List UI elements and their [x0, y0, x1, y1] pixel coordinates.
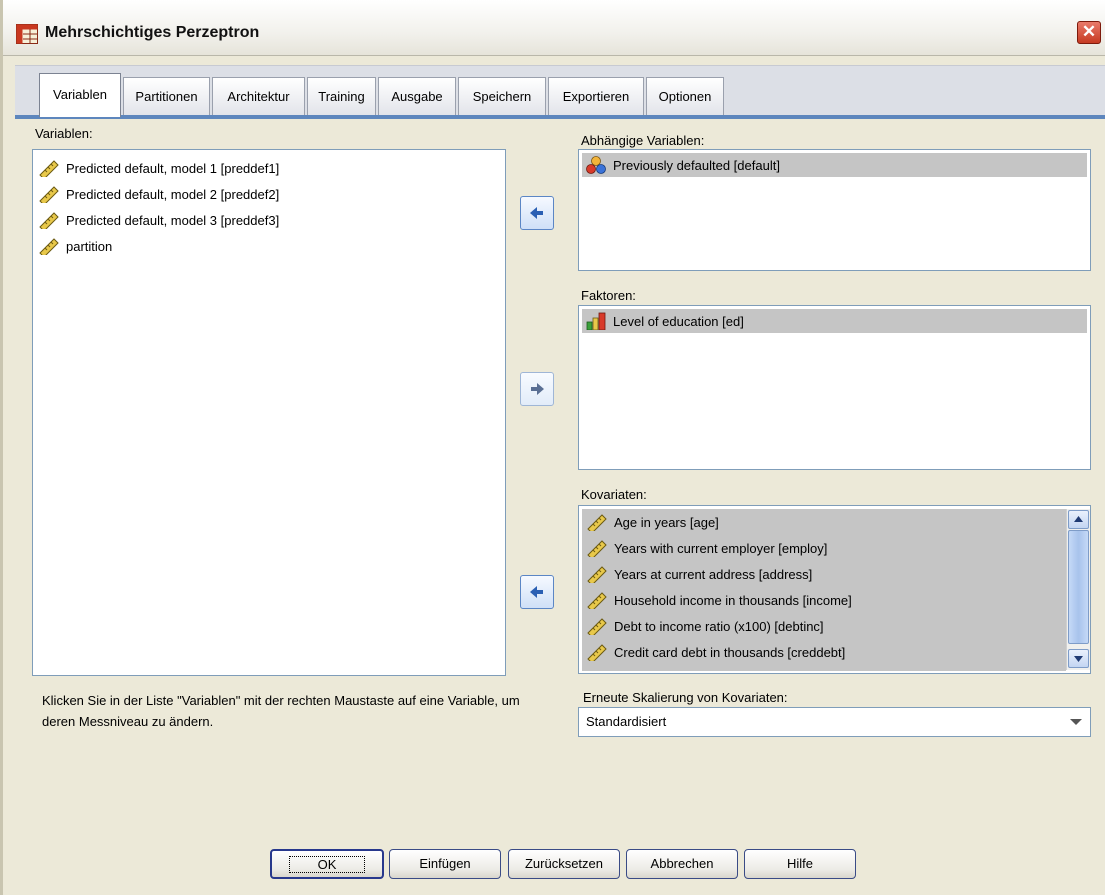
- cancel-button[interactable]: Abbrechen: [626, 849, 738, 879]
- chevron-up-icon: [1074, 516, 1083, 522]
- ruler-scale-icon: [586, 539, 608, 557]
- tab-optionen[interactable]: Optionen: [646, 77, 724, 115]
- ruler-scale-icon: [586, 643, 608, 661]
- factors-label: Faktoren:: [581, 288, 636, 303]
- arrow-right-icon: [531, 383, 544, 395]
- title-bar[interactable]: Mehrschichtiges Perzeptron ✕: [3, 0, 1105, 56]
- measurement-hint: Klicken Sie in der Liste "Variablen" mit…: [42, 693, 520, 729]
- list-item-label: Predicted default, model 2 [preddef2]: [66, 186, 280, 202]
- ruler-scale-icon: [38, 211, 60, 229]
- help-button[interactable]: Hilfe: [744, 849, 856, 879]
- dependent-label: Abhängige Variablen:: [581, 133, 705, 148]
- list-item-label: Age in years [age]: [614, 514, 719, 530]
- close-icon: ✕: [1081, 22, 1097, 41]
- list-item[interactable]: Previously defaulted [default]: [582, 153, 1087, 177]
- ok-label: OK: [288, 856, 366, 873]
- move-to-factors-button[interactable]: [520, 372, 554, 406]
- reset-label: Zurücksetzen: [524, 856, 604, 871]
- tab-speichern[interactable]: Speichern: [458, 77, 546, 115]
- tab-label: Optionen: [658, 89, 712, 104]
- list-item[interactable]: Predicted default, model 2 [preddef2]: [38, 182, 279, 206]
- list-item[interactable]: partition: [38, 234, 112, 258]
- reset-button[interactable]: Zurücksetzen: [508, 849, 620, 879]
- scroll-thumb[interactable]: [1068, 530, 1089, 644]
- tab-training[interactable]: Training: [307, 77, 376, 115]
- tab-label: Variablen: [53, 87, 107, 102]
- window-title: Mehrschichtiges Perzeptron: [45, 24, 260, 41]
- variables-list[interactable]: Predicted default, model 1 [preddef1] Pr…: [32, 149, 506, 676]
- move-to-dependent-button[interactable]: [520, 196, 554, 230]
- ruler-scale-icon: [586, 513, 608, 531]
- cancel-label: Abbrechen: [650, 856, 714, 871]
- covariates-label: Kovariaten:: [581, 487, 647, 502]
- list-item-label: Predicted default, model 3 [preddef3]: [66, 212, 280, 228]
- covariates-list[interactable]: Age in years [age] Years with current em…: [578, 505, 1091, 674]
- tab-ausgabe[interactable]: Ausgabe: [378, 77, 456, 115]
- list-item-label: Previously defaulted [default]: [613, 157, 780, 173]
- tab-underline: [15, 115, 1105, 119]
- ruler-scale-icon: [38, 185, 60, 203]
- dependent-list[interactable]: Previously defaulted [default]: [578, 149, 1091, 271]
- ruler-scale-icon: [586, 591, 608, 609]
- ordinal-bars-icon: [585, 312, 607, 330]
- list-item[interactable]: Age in years [age]: [586, 510, 719, 534]
- help-label: Hilfe: [786, 856, 813, 871]
- list-item-label: Level of education [ed]: [613, 313, 744, 329]
- tab-label: Architektur: [227, 89, 290, 104]
- move-to-covariates-button[interactable]: [520, 575, 554, 609]
- paste-button[interactable]: Einfügen: [389, 849, 501, 879]
- rescale-label: Erneute Skalierung von Kovariaten:: [583, 690, 788, 705]
- tab-exportieren[interactable]: Exportieren: [548, 77, 644, 115]
- rescale-value: Standardisiert: [586, 714, 667, 729]
- list-item[interactable]: Predicted default, model 1 [preddef1]: [38, 156, 279, 180]
- list-item-label: Credit card debt in thousands [creddebt]: [614, 644, 846, 660]
- chevron-down-icon: [1070, 719, 1082, 725]
- close-button[interactable]: ✕: [1077, 21, 1101, 44]
- scroll-up-button[interactable]: [1068, 510, 1089, 529]
- list-item[interactable]: Credit card debt in thousands [creddebt]: [586, 640, 845, 664]
- dialog-window: Mehrschichtiges Perzeptron ✕ Variablen P…: [0, 0, 1105, 895]
- factors-list[interactable]: Level of education [ed]: [578, 305, 1091, 470]
- list-item-label: Debt to income ratio (x100) [debtinc]: [614, 618, 824, 634]
- chevron-down-icon: [1074, 656, 1083, 662]
- nominal-circles-icon: [585, 156, 607, 174]
- list-item[interactable]: Years at current address [address]: [586, 562, 812, 586]
- spss-grid-icon: [16, 24, 38, 44]
- tab-label: Speichern: [472, 89, 532, 104]
- arrow-left-icon: [530, 586, 543, 598]
- tab-label: Ausgabe: [391, 89, 443, 104]
- covariates-scrollbar[interactable]: [1066, 509, 1090, 670]
- tab-label: Exportieren: [562, 89, 630, 104]
- ruler-scale-icon: [38, 237, 60, 255]
- tab-label: Partitionen: [135, 89, 198, 104]
- list-item-label: Years with current employer [employ]: [614, 540, 828, 556]
- tab-label: Training: [318, 89, 365, 104]
- arrow-left-icon: [530, 207, 543, 219]
- list-item-label: Predicted default, model 1 [preddef1]: [66, 160, 280, 176]
- list-item-label: Household income in thousands [income]: [614, 592, 852, 608]
- tab-architektur[interactable]: Architektur: [212, 77, 305, 115]
- list-item[interactable]: Household income in thousands [income]: [586, 588, 852, 612]
- rescale-select[interactable]: Standardisiert: [578, 707, 1091, 737]
- list-item[interactable]: Years with current employer [employ]: [586, 536, 827, 560]
- ruler-scale-icon: [38, 159, 60, 177]
- scroll-down-button[interactable]: [1068, 649, 1089, 668]
- paste-label: Einfügen: [419, 856, 471, 871]
- list-item[interactable]: Debt to income ratio (x100) [debtinc]: [586, 614, 824, 638]
- list-item[interactable]: Predicted default, model 3 [preddef3]: [38, 208, 279, 232]
- ruler-scale-icon: [586, 617, 608, 635]
- list-item-label: partition: [66, 238, 113, 254]
- ruler-scale-icon: [586, 565, 608, 583]
- ok-button[interactable]: OK: [270, 849, 384, 879]
- list-item[interactable]: Level of education [ed]: [582, 309, 1087, 333]
- variables-label: Variablen:: [35, 126, 93, 141]
- list-item-label: Years at current address [address]: [614, 566, 813, 582]
- tab-partitionen[interactable]: Partitionen: [123, 77, 210, 115]
- tab-variablen[interactable]: Variablen: [39, 73, 121, 117]
